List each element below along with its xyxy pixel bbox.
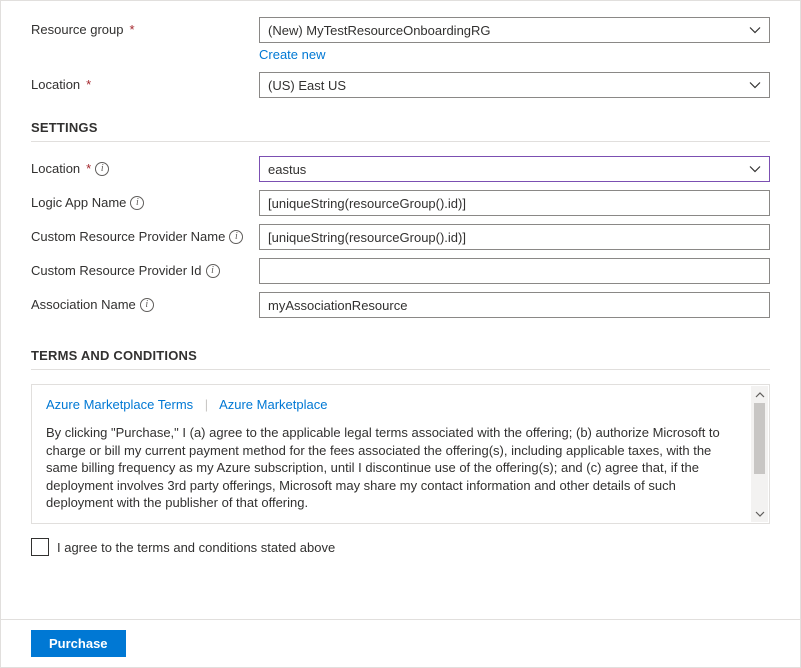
association-name-input[interactable] <box>259 292 770 318</box>
scroll-down-icon[interactable] <box>751 505 768 522</box>
chevron-down-icon <box>749 163 761 175</box>
scroll-track[interactable] <box>751 403 768 505</box>
scroll-up-icon[interactable] <box>751 386 768 403</box>
custom-rp-name-input[interactable] <box>259 224 770 250</box>
terms-body-text: By clicking "Purchase," I (a) agree to t… <box>46 424 745 512</box>
terms-heading: TERMS AND CONDITIONS <box>31 348 770 363</box>
scrollbar[interactable] <box>751 386 768 522</box>
required-asterisk: * <box>86 77 91 92</box>
settings-location-label: Location <box>31 161 80 176</box>
agree-checkbox[interactable] <box>31 538 49 556</box>
info-icon[interactable]: i <box>140 298 154 312</box>
association-name-label: Association Name <box>31 297 136 312</box>
custom-rp-id-input[interactable] <box>259 258 770 284</box>
info-icon[interactable]: i <box>95 162 109 176</box>
azure-marketplace-link[interactable]: Azure Marketplace <box>219 397 327 412</box>
settings-heading: SETTINGS <box>31 120 770 135</box>
scroll-thumb[interactable] <box>754 403 765 474</box>
custom-rp-id-label: Custom Resource Provider Id <box>31 263 202 278</box>
info-icon[interactable]: i <box>206 264 220 278</box>
info-icon[interactable]: i <box>229 230 243 244</box>
settings-location-value: eastus <box>268 162 306 177</box>
resource-group-select[interactable]: (New) MyTestResourceOnboardingRG <box>259 17 770 43</box>
create-new-link[interactable]: Create new <box>259 47 325 62</box>
purchase-button[interactable]: Purchase <box>31 630 126 657</box>
terms-box: Azure Marketplace Terms | Azure Marketpl… <box>31 384 770 524</box>
chevron-down-icon <box>749 24 761 36</box>
settings-location-select[interactable]: eastus <box>259 156 770 182</box>
required-asterisk: * <box>130 22 135 37</box>
logic-app-name-label: Logic App Name <box>31 195 126 210</box>
required-asterisk: * <box>86 161 91 176</box>
location-basics-value: (US) East US <box>268 78 346 93</box>
logic-app-name-input[interactable] <box>259 190 770 216</box>
divider-pipe: | <box>205 397 208 412</box>
agree-label: I agree to the terms and conditions stat… <box>57 540 335 555</box>
divider <box>31 369 770 370</box>
chevron-down-icon <box>749 79 761 91</box>
resource-group-value: (New) MyTestResourceOnboardingRG <box>268 23 491 38</box>
custom-rp-name-label: Custom Resource Provider Name <box>31 229 225 244</box>
divider <box>31 141 770 142</box>
info-icon[interactable]: i <box>130 196 144 210</box>
location-basics-label: Location <box>31 77 80 92</box>
azure-marketplace-terms-link[interactable]: Azure Marketplace Terms <box>46 397 193 412</box>
location-basics-select[interactable]: (US) East US <box>259 72 770 98</box>
resource-group-label: Resource group <box>31 22 124 37</box>
